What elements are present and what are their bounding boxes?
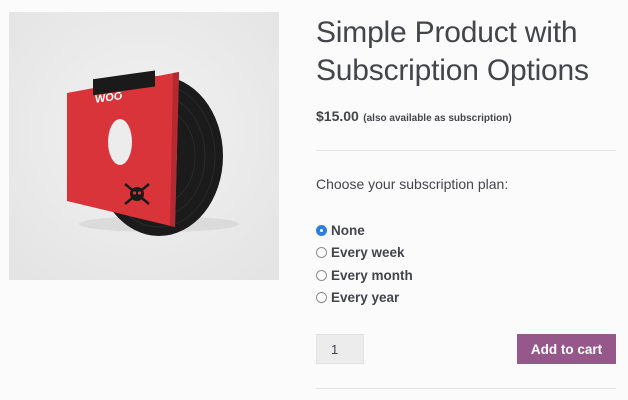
subscription-option-none[interactable]: None [316, 219, 413, 242]
subscription-option-every-year[interactable]: Every year [316, 287, 413, 310]
vinyl-record-image: WOO THEMES [9, 12, 279, 280]
radio-button[interactable] [316, 269, 327, 281]
radio-button[interactable] [316, 292, 327, 304]
radio-button-checked[interactable] [316, 224, 327, 236]
price-line: $15.00 (also available as subscription) [316, 108, 512, 126]
add-to-cart-button[interactable]: Add to cart [517, 334, 616, 364]
product-price: $15.00 [316, 108, 359, 124]
option-label: Every month [331, 267, 413, 283]
subscription-plan-label: Choose your subscription plan: [316, 176, 509, 192]
option-label: Every year [331, 290, 400, 306]
product-image[interactable]: WOO THEMES [9, 12, 279, 280]
product-title: Simple Product with Subscription Options [316, 16, 589, 87]
divider [316, 150, 616, 151]
divider [316, 388, 616, 389]
option-label: Every week [331, 245, 405, 261]
quantity-input[interactable] [316, 334, 364, 364]
radio-button[interactable] [316, 247, 327, 259]
subscription-option-every-week[interactable]: Every week [316, 242, 413, 265]
subscription-option-every-month[interactable]: Every month [316, 264, 413, 287]
record-sleeve: WOO THEMES [67, 70, 179, 227]
subscription-note: (also available as subscription) [363, 113, 512, 124]
subscription-options: None Every week Every month Every year [316, 219, 413, 309]
option-label: None [331, 222, 365, 238]
